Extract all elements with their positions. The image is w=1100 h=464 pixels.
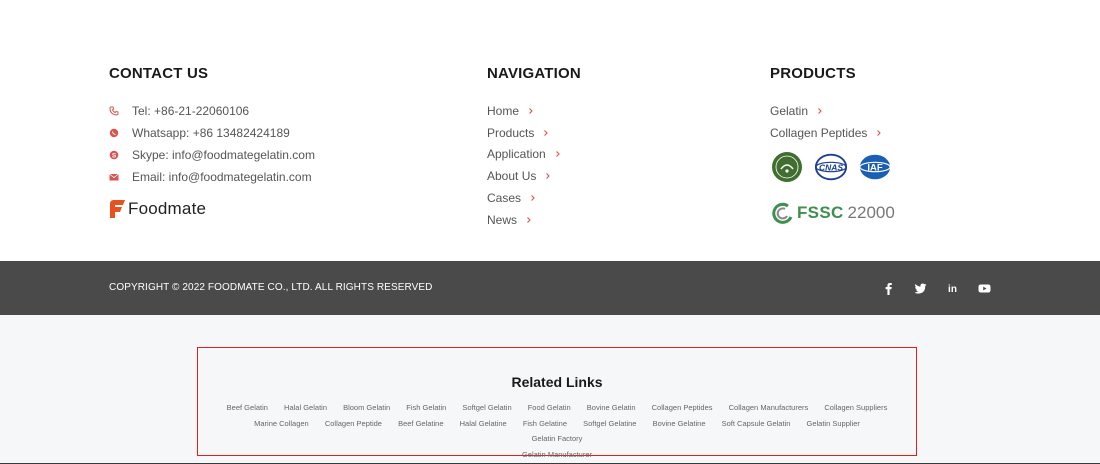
facebook-link[interactable]: [880, 280, 896, 296]
contact-title: CONTACT US: [109, 65, 209, 82]
products-column: PRODUCTS Gelatin Collagen Peptides CNAS …: [770, 65, 895, 224]
related-links-section: Related Links Beef Gelatin Halal Gelatin…: [0, 315, 1100, 464]
related-link[interactable]: Collagen Suppliers: [824, 400, 887, 416]
skype-icon: S: [109, 150, 119, 160]
foodmate-logo[interactable]: Foodmate: [109, 198, 206, 220]
fssc-text: FSSC: [797, 203, 844, 222]
contact-skype-text: Skype: info@foodmategelatin.com: [132, 148, 315, 162]
related-link[interactable]: Gelatin Supplier: [807, 416, 860, 432]
nav-item-label: Home: [487, 103, 520, 118]
youtube-icon: [978, 284, 990, 292]
nav-item-label: About Us: [487, 169, 537, 184]
product-item-gelatin[interactable]: Gelatin: [770, 100, 970, 122]
product-item-label: Collagen Peptides: [770, 125, 868, 140]
related-link[interactable]: Halal Gelatin: [284, 400, 327, 416]
chevron-right-icon: [555, 149, 561, 159]
related-links-title: Related Links: [511, 374, 603, 390]
contact-whatsapp[interactable]: Whatsapp: +86 13482424189: [109, 122, 409, 144]
related-link[interactable]: Soft Capsule Gelatin: [722, 416, 791, 432]
related-link[interactable]: Marine Collagen: [254, 416, 309, 432]
related-link[interactable]: Fish Gelatine: [523, 416, 567, 432]
iaf-badge: IAF: [858, 152, 892, 182]
svg-text:CNAS: CNAS: [819, 162, 843, 172]
contact-email[interactable]: Email: info@foodmategelatin.com: [109, 166, 409, 188]
facebook-icon: [885, 282, 892, 295]
phone-icon: [109, 106, 119, 116]
twitter-icon: [913, 283, 926, 294]
linkedin-icon: in: [948, 284, 957, 295]
nav-item-products[interactable]: Products: [487, 122, 687, 144]
chevron-right-icon: [543, 128, 549, 138]
svg-text:IAF: IAF: [867, 162, 882, 173]
contact-list: Tel: +86-21-22060106 Whatsapp: +86 13482…: [109, 100, 409, 188]
related-link[interactable]: Food Gelatin: [528, 400, 571, 416]
chevron-right-icon: [530, 193, 536, 203]
nav-item-news[interactable]: News: [487, 209, 687, 231]
navigation-column: NAVIGATION Home Products Application Abo…: [487, 65, 581, 227]
related-link[interactable]: Collagen Peptides: [652, 400, 713, 416]
product-item-collagen-peptides[interactable]: Collagen Peptides: [770, 122, 970, 144]
related-link[interactable]: Halal Gelatine: [460, 416, 507, 432]
contact-phone[interactable]: Tel: +86-21-22060106: [109, 100, 409, 122]
related-link[interactable]: Gelatin Manufacturer: [522, 447, 592, 463]
contact-column: CONTACT US Tel: +86-21-22060106 Whatsapp…: [109, 65, 315, 218]
nav-item-about-us[interactable]: About Us: [487, 165, 687, 187]
nav-item-label: Cases: [487, 191, 522, 206]
certification-badges: CNAS IAF: [770, 152, 892, 182]
linkedin-link[interactable]: in: [944, 280, 960, 296]
twitter-link[interactable]: [912, 280, 928, 296]
nav-item-label: Application: [487, 147, 546, 162]
chevron-right-icon: [526, 215, 532, 225]
footer-top: CONTACT US Tel: +86-21-22060106 Whatsapp…: [0, 0, 1100, 261]
navigation-title: NAVIGATION: [487, 65, 581, 82]
svg-text:S: S: [112, 152, 117, 159]
nav-item-home[interactable]: Home: [487, 100, 687, 122]
related-link[interactable]: Bovine Gelatine: [653, 416, 706, 432]
contact-whatsapp-text: Whatsapp: +86 13482424189: [132, 126, 290, 140]
whatsapp-icon: [109, 128, 119, 138]
chevron-right-icon: [528, 106, 534, 116]
contact-skype[interactable]: S Skype: info@foodmategelatin.com: [109, 144, 409, 166]
fssc-number: 22000: [847, 203, 895, 222]
related-link[interactable]: Fish Gelatin: [406, 400, 446, 416]
email-icon: [109, 172, 119, 182]
related-links-list: Beef Gelatin Halal Gelatin Bloom Gelatin…: [218, 400, 896, 462]
chevron-right-icon: [545, 171, 551, 181]
related-link[interactable]: Beef Gelatin: [227, 400, 268, 416]
nav-item-label: Products: [487, 125, 535, 140]
svg-text:in: in: [948, 284, 957, 295]
copyright-text: COPYRIGHT © 2022 FOODMATE CO., LTD. ALL …: [109, 282, 433, 293]
chevron-right-icon: [817, 106, 823, 116]
copyright-bar: COPYRIGHT © 2022 FOODMATE CO., LTD. ALL …: [0, 261, 1100, 315]
foodmate-logo-icon: [110, 200, 125, 218]
cnas-badge: CNAS: [814, 152, 848, 182]
products-list: Gelatin Collagen Peptides: [770, 100, 970, 144]
foodmate-logo-text: Foodmate: [128, 199, 207, 218]
related-link[interactable]: Collagen Manufacturers: [729, 400, 809, 416]
related-link[interactable]: Bloom Gelatin: [343, 400, 390, 416]
contact-email-text: Email: info@foodmategelatin.com: [132, 170, 312, 184]
nav-item-label: News: [487, 212, 518, 227]
related-link[interactable]: Beef Gelatine: [398, 416, 443, 432]
contact-phone-text: Tel: +86-21-22060106: [132, 104, 250, 118]
related-link[interactable]: Collagen Peptide: [325, 416, 382, 432]
related-link[interactable]: Gelatin Factory: [532, 431, 583, 447]
youtube-link[interactable]: [976, 280, 992, 296]
related-links-box: Related Links Beef Gelatin Halal Gelatin…: [197, 347, 917, 459]
related-link[interactable]: Softgel Gelatine: [583, 416, 636, 432]
products-title: PRODUCTS: [770, 65, 856, 82]
related-link[interactable]: Softgel Gelatin: [462, 400, 511, 416]
fssc-globe-icon: [772, 202, 793, 224]
related-link[interactable]: Bovine Gelatin: [587, 400, 636, 416]
fssc-22000-badge: FSSC 22000: [772, 202, 895, 224]
nav-item-application[interactable]: Application: [487, 144, 687, 166]
nav-item-cases[interactable]: Cases: [487, 187, 687, 209]
product-item-label: Gelatin: [770, 103, 809, 118]
navigation-list: Home Products Application About Us Cases…: [487, 100, 687, 231]
halal-badge: [770, 152, 804, 182]
chevron-right-icon: [876, 128, 882, 138]
